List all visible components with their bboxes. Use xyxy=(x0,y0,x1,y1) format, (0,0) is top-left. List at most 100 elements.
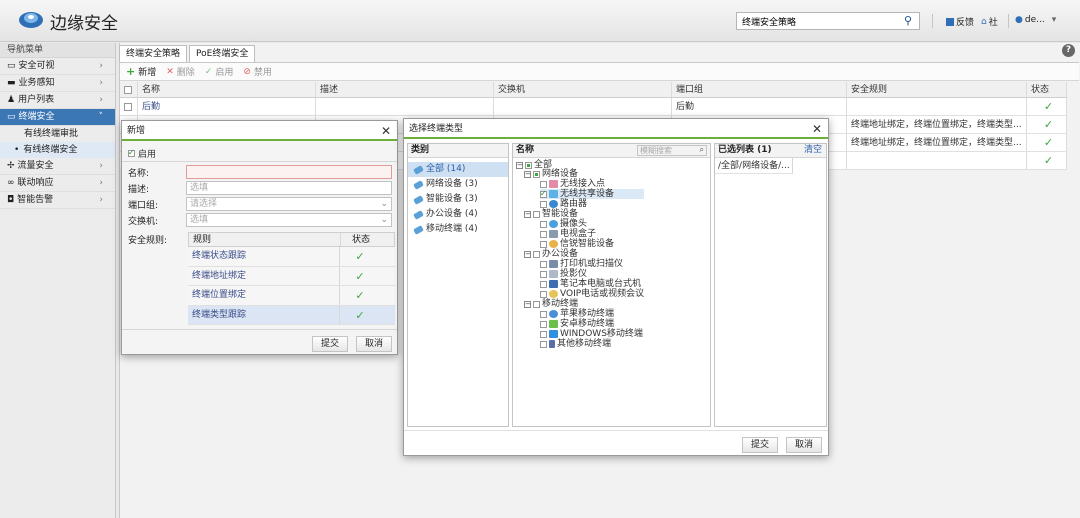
rule-row[interactable]: 终端状态跟踪 ✓ xyxy=(188,247,395,267)
sidebar-subitem-wired-security[interactable]: • 有线终端安全 xyxy=(0,142,115,158)
link-icon: ∞ xyxy=(7,177,15,188)
users-icon: ♟ xyxy=(7,94,16,105)
sidebar-item-alarm[interactable]: ◘ 智能告警 › xyxy=(0,192,115,209)
clear-link[interactable]: 清空 xyxy=(804,144,822,157)
sidebar-item-business[interactable]: ▬ 业务感知 › xyxy=(0,75,115,92)
port-group-select[interactable]: 请选择 ⌄ xyxy=(186,197,392,211)
checkbox-icon xyxy=(128,148,135,157)
user-menu[interactable]: ● de... ▾ xyxy=(1015,15,1056,25)
column-header[interactable]: 名称 xyxy=(138,82,316,97)
tree-leaf[interactable]: 安卓移动终端 xyxy=(540,319,614,329)
tree-leaf[interactable]: 笔记本电脑或台式机 xyxy=(540,279,641,289)
add-button[interactable]: + 新增 xyxy=(126,65,156,78)
tree-leaf[interactable]: 无线接入点 xyxy=(540,179,605,189)
search-input[interactable]: 模糊搜索 ⌕ xyxy=(637,145,707,156)
selected-item[interactable]: /全部/网络设备/... xyxy=(715,158,793,174)
tree-leaf[interactable]: 打印机或扫描仪 xyxy=(540,259,623,269)
feedback-link[interactable]: 反馈 xyxy=(946,15,974,28)
tree-node-office[interactable]: − 办公设备 xyxy=(524,249,578,259)
tree-node-smart[interactable]: − 智能设备 xyxy=(524,209,578,219)
category-item-all[interactable]: 全部 (14) xyxy=(408,162,508,177)
nav-header: 导航菜单 xyxy=(0,43,115,58)
disable-button[interactable]: ⊘ 禁用 xyxy=(243,65,272,79)
tab-terminal-policy[interactable]: 终端安全策略 xyxy=(119,45,188,62)
search-input[interactable] xyxy=(737,13,897,29)
rule-row[interactable]: 终端类型跟踪 ✓ xyxy=(188,305,395,325)
tree-leaf[interactable]: WINDOWS移动终端 xyxy=(540,329,643,339)
chevron-down-icon: ⌄ xyxy=(380,199,388,209)
sidebar-item-traffic[interactable]: ✢ 流量安全 › xyxy=(0,158,115,175)
row-checkbox[interactable] xyxy=(120,98,138,115)
terminal-type-dialog: 选择终端类型 ✕ 类别 全部 (14) 网络设备 (3) 智能设备 (3) 办公… xyxy=(403,118,829,456)
chevron-right-icon: › xyxy=(99,160,103,171)
sidebar-item-terminal-security[interactable]: ▭ 终端安全 ˅ xyxy=(0,109,115,126)
search-icon[interactable]: ⚲ xyxy=(901,14,915,28)
tree-leaf[interactable]: VOIP电话或视频会议 xyxy=(540,289,644,299)
phone-icon xyxy=(549,340,555,348)
sidebar-subitem-wired-approval[interactable]: 有线终端审批 xyxy=(0,126,115,142)
camera-icon xyxy=(549,220,558,228)
enable-checkbox[interactable]: 启用 xyxy=(128,147,156,160)
global-search[interactable]: ⚲ xyxy=(736,12,920,30)
submit-button[interactable]: 提交 xyxy=(312,336,349,352)
name-field[interactable] xyxy=(186,165,392,179)
tree-node-mobile[interactable]: − 移动终端 xyxy=(524,299,578,309)
access-point-icon xyxy=(549,180,558,188)
switch-select[interactable]: 选填 ⌄ xyxy=(186,213,392,227)
column-header[interactable]: 端口组 xyxy=(672,82,847,97)
briefcase-icon: ▬ xyxy=(7,77,16,88)
tree-leaf[interactable]: 投影仪 xyxy=(540,269,587,279)
close-icon[interactable]: ✕ xyxy=(381,121,391,141)
tree-header: 名称 模糊搜索 ⌕ xyxy=(513,144,710,158)
chevron-down-icon: ⌄ xyxy=(380,215,388,225)
category-item-network[interactable]: 网络设备 (3) xyxy=(408,177,508,192)
computer-icon xyxy=(549,280,558,288)
cancel-button[interactable]: 取消 xyxy=(356,336,393,352)
rules-header: 规则 状态 xyxy=(188,232,395,247)
sidebar-item-users[interactable]: ♟ 用户列表 › xyxy=(0,92,115,109)
category-item-smart[interactable]: 智能设备 (3) xyxy=(408,192,508,207)
category-item-office[interactable]: 办公设备 (4) xyxy=(408,207,508,222)
tree-leaf[interactable]: 摄像头 xyxy=(540,219,587,229)
submit-button[interactable]: 提交 xyxy=(742,437,779,453)
column-header[interactable]: 状态 xyxy=(1027,82,1067,97)
tv-box-icon xyxy=(549,230,558,238)
tree-node-network[interactable]: − 网络设备 xyxy=(524,169,578,179)
select-all-checkbox[interactable] xyxy=(120,82,138,97)
apple-icon xyxy=(549,310,558,318)
tree-leaf-selected[interactable]: 无线共享设备 xyxy=(540,189,645,199)
sidebar-item-visibility[interactable]: ▭ 安全可视 › xyxy=(0,58,115,75)
tab-poe-security[interactable]: PoE终端安全 xyxy=(189,45,256,62)
table-row[interactable]: 后勤 后勤 ✓ xyxy=(120,98,1067,116)
sidebar-item-linkage[interactable]: ∞ 联动响应 › xyxy=(0,175,115,192)
column-header[interactable]: 安全规则 xyxy=(847,82,1027,97)
tag-icon xyxy=(413,179,424,190)
help-icon[interactable]: ? xyxy=(1062,44,1075,57)
traffic-icon: ✢ xyxy=(7,160,15,171)
app-title: 边缘安全 xyxy=(50,14,118,34)
close-icon[interactable]: ✕ xyxy=(812,119,822,139)
tree-leaf[interactable]: 路由器 xyxy=(540,199,587,209)
monitor-icon: ▭ xyxy=(7,60,16,71)
tree-leaf[interactable]: 其他移动终端 xyxy=(540,339,611,349)
community-link[interactable]: ⌂ 社 xyxy=(981,15,998,29)
enable-button[interactable]: ✓ 启用 xyxy=(204,65,234,79)
status-check-icon: ✓ xyxy=(1027,134,1067,151)
plus-icon: + xyxy=(126,65,136,78)
tree-leaf[interactable]: 信锐智能设备 xyxy=(540,239,614,249)
android-icon xyxy=(549,320,558,328)
rule-row[interactable]: 终端位置绑定 ✓ xyxy=(188,286,395,306)
description-field[interactable]: 选填 xyxy=(186,181,392,195)
check-icon: ✓ xyxy=(355,289,365,302)
category-item-mobile[interactable]: 移动终端 (4) xyxy=(408,222,508,237)
delete-button[interactable]: ✕ 删除 xyxy=(166,65,195,79)
rule-row[interactable]: 终端地址绑定 ✓ xyxy=(188,266,395,286)
tree-leaf[interactable]: 苹果移动终端 xyxy=(540,309,614,319)
column-header[interactable]: 交换机 xyxy=(494,82,672,97)
check-icon: ✓ xyxy=(204,66,213,77)
dialog-title-bar: 选择终端类型 ✕ xyxy=(404,119,828,139)
column-header[interactable]: 描述 xyxy=(316,82,494,97)
cancel-button[interactable]: 取消 xyxy=(786,437,823,453)
tree-leaf[interactable]: 电视盒子 xyxy=(540,229,596,239)
alarm-icon: ◘ xyxy=(7,194,15,205)
